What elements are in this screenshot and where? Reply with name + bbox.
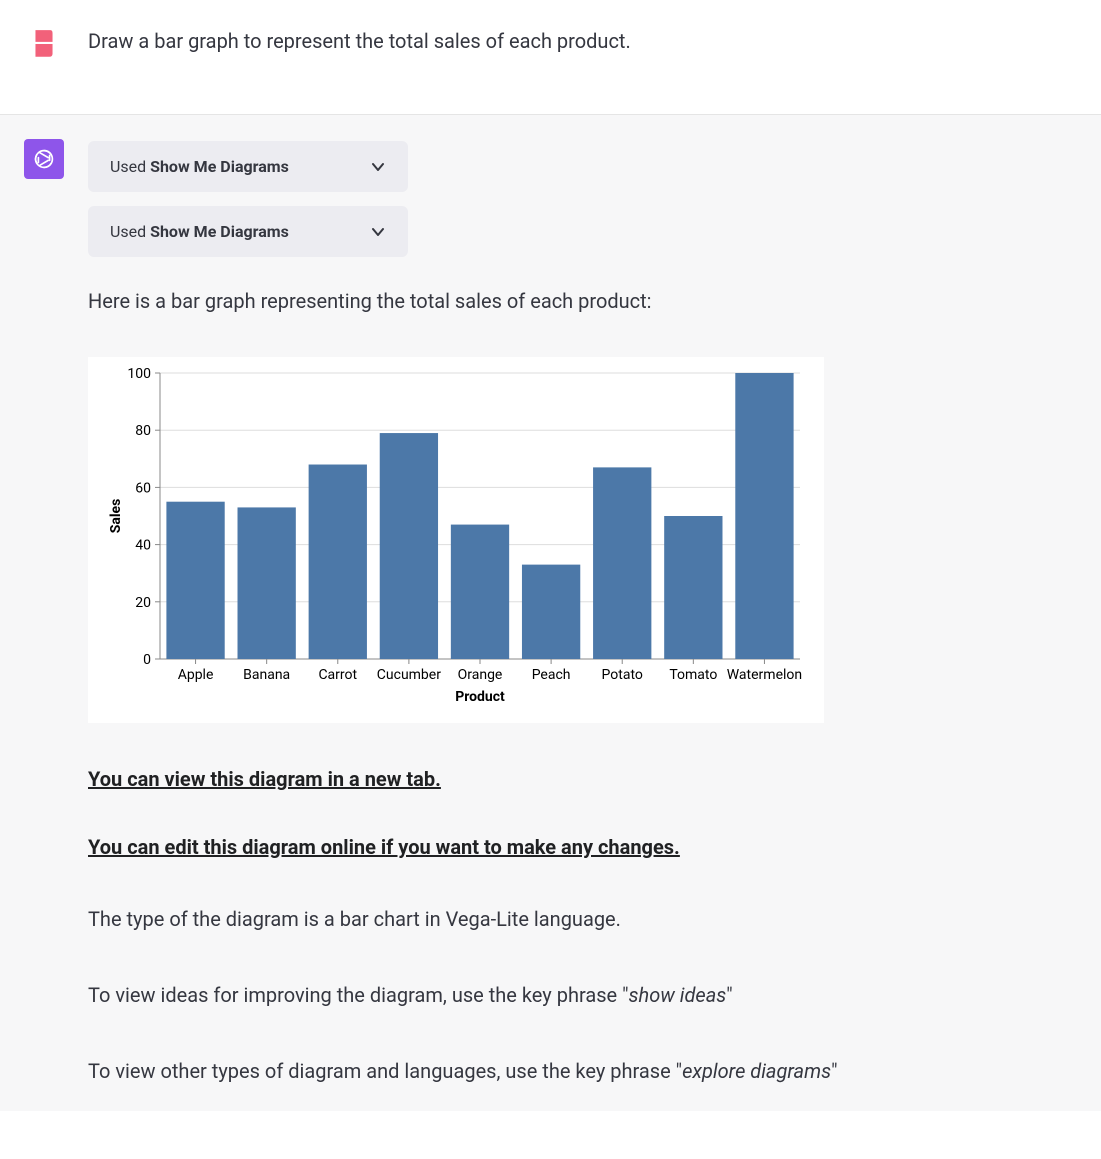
- svg-text:Peach: Peach: [532, 667, 571, 683]
- bar-chart: 0 20 40 60 80 100 Apple Banana Carrot Cucumber Ora…: [104, 367, 808, 707]
- assistant-avatar: [24, 139, 64, 179]
- bar: [522, 565, 580, 659]
- chart-container: 0 20 40 60 80 100 Apple Banana Carrot Cucumber Ora…: [88, 357, 824, 723]
- plugin-name: Show Me Diagrams: [150, 157, 289, 176]
- bar: [380, 433, 438, 659]
- svg-text:Carrot: Carrot: [318, 667, 357, 683]
- svg-text:80: 80: [135, 423, 151, 439]
- svg-text:Tomato: Tomato: [669, 667, 717, 683]
- svg-text:60: 60: [135, 480, 151, 496]
- bar: [664, 516, 722, 659]
- plugin-prefix: Used: [110, 157, 150, 176]
- user-prompt: Draw a bar graph to represent the total …: [88, 26, 1071, 56]
- svg-text:100: 100: [127, 367, 151, 382]
- svg-text:20: 20: [135, 595, 151, 611]
- user-message: Draw a bar graph to represent the total …: [0, 0, 1101, 115]
- plugin-disclosure-2[interactable]: Used Show Me Diagrams: [88, 206, 408, 257]
- plugin-prefix: Used: [110, 222, 150, 241]
- bar: [593, 467, 651, 659]
- diagram-type-text: The type of the diagram is a bar chart i…: [88, 903, 1071, 935]
- chevron-down-icon: [370, 224, 386, 240]
- edit-diagram-link[interactable]: You can edit this diagram online if you …: [88, 835, 680, 859]
- svg-text:Banana: Banana: [243, 667, 290, 683]
- svg-text:Cucumber: Cucumber: [377, 667, 441, 683]
- show-ideas-text: To view ideas for improving the diagram,…: [88, 979, 1071, 1011]
- assistant-message: Used Show Me Diagrams Used Show Me Diagr…: [0, 115, 1101, 1111]
- bar: [735, 373, 793, 659]
- bar: [166, 502, 224, 659]
- x-axis-title: Product: [455, 689, 505, 705]
- bar: [238, 507, 296, 659]
- chevron-down-icon: [370, 159, 386, 175]
- plugin-name: Show Me Diagrams: [150, 222, 289, 241]
- plugin-disclosure-1[interactable]: Used Show Me Diagrams: [88, 141, 408, 192]
- bar: [451, 525, 509, 659]
- svg-text:Potato: Potato: [602, 667, 643, 683]
- explore-diagrams-text: To view other types of diagram and langu…: [88, 1055, 1071, 1087]
- user-avatar-icon: [31, 28, 57, 60]
- bar: [309, 465, 367, 659]
- user-avatar: [24, 24, 64, 64]
- openai-icon: [30, 145, 58, 173]
- svg-text:0: 0: [143, 652, 151, 668]
- view-diagram-link[interactable]: You can view this diagram in a new tab.: [88, 767, 441, 791]
- assistant-intro: Here is a bar graph representing the tot…: [88, 285, 1071, 317]
- svg-text:Orange: Orange: [458, 667, 503, 683]
- y-axis-title: Sales: [108, 499, 124, 534]
- svg-text:Apple: Apple: [178, 667, 214, 683]
- svg-text:Watermelon: Watermelon: [727, 667, 802, 683]
- svg-text:40: 40: [135, 538, 151, 554]
